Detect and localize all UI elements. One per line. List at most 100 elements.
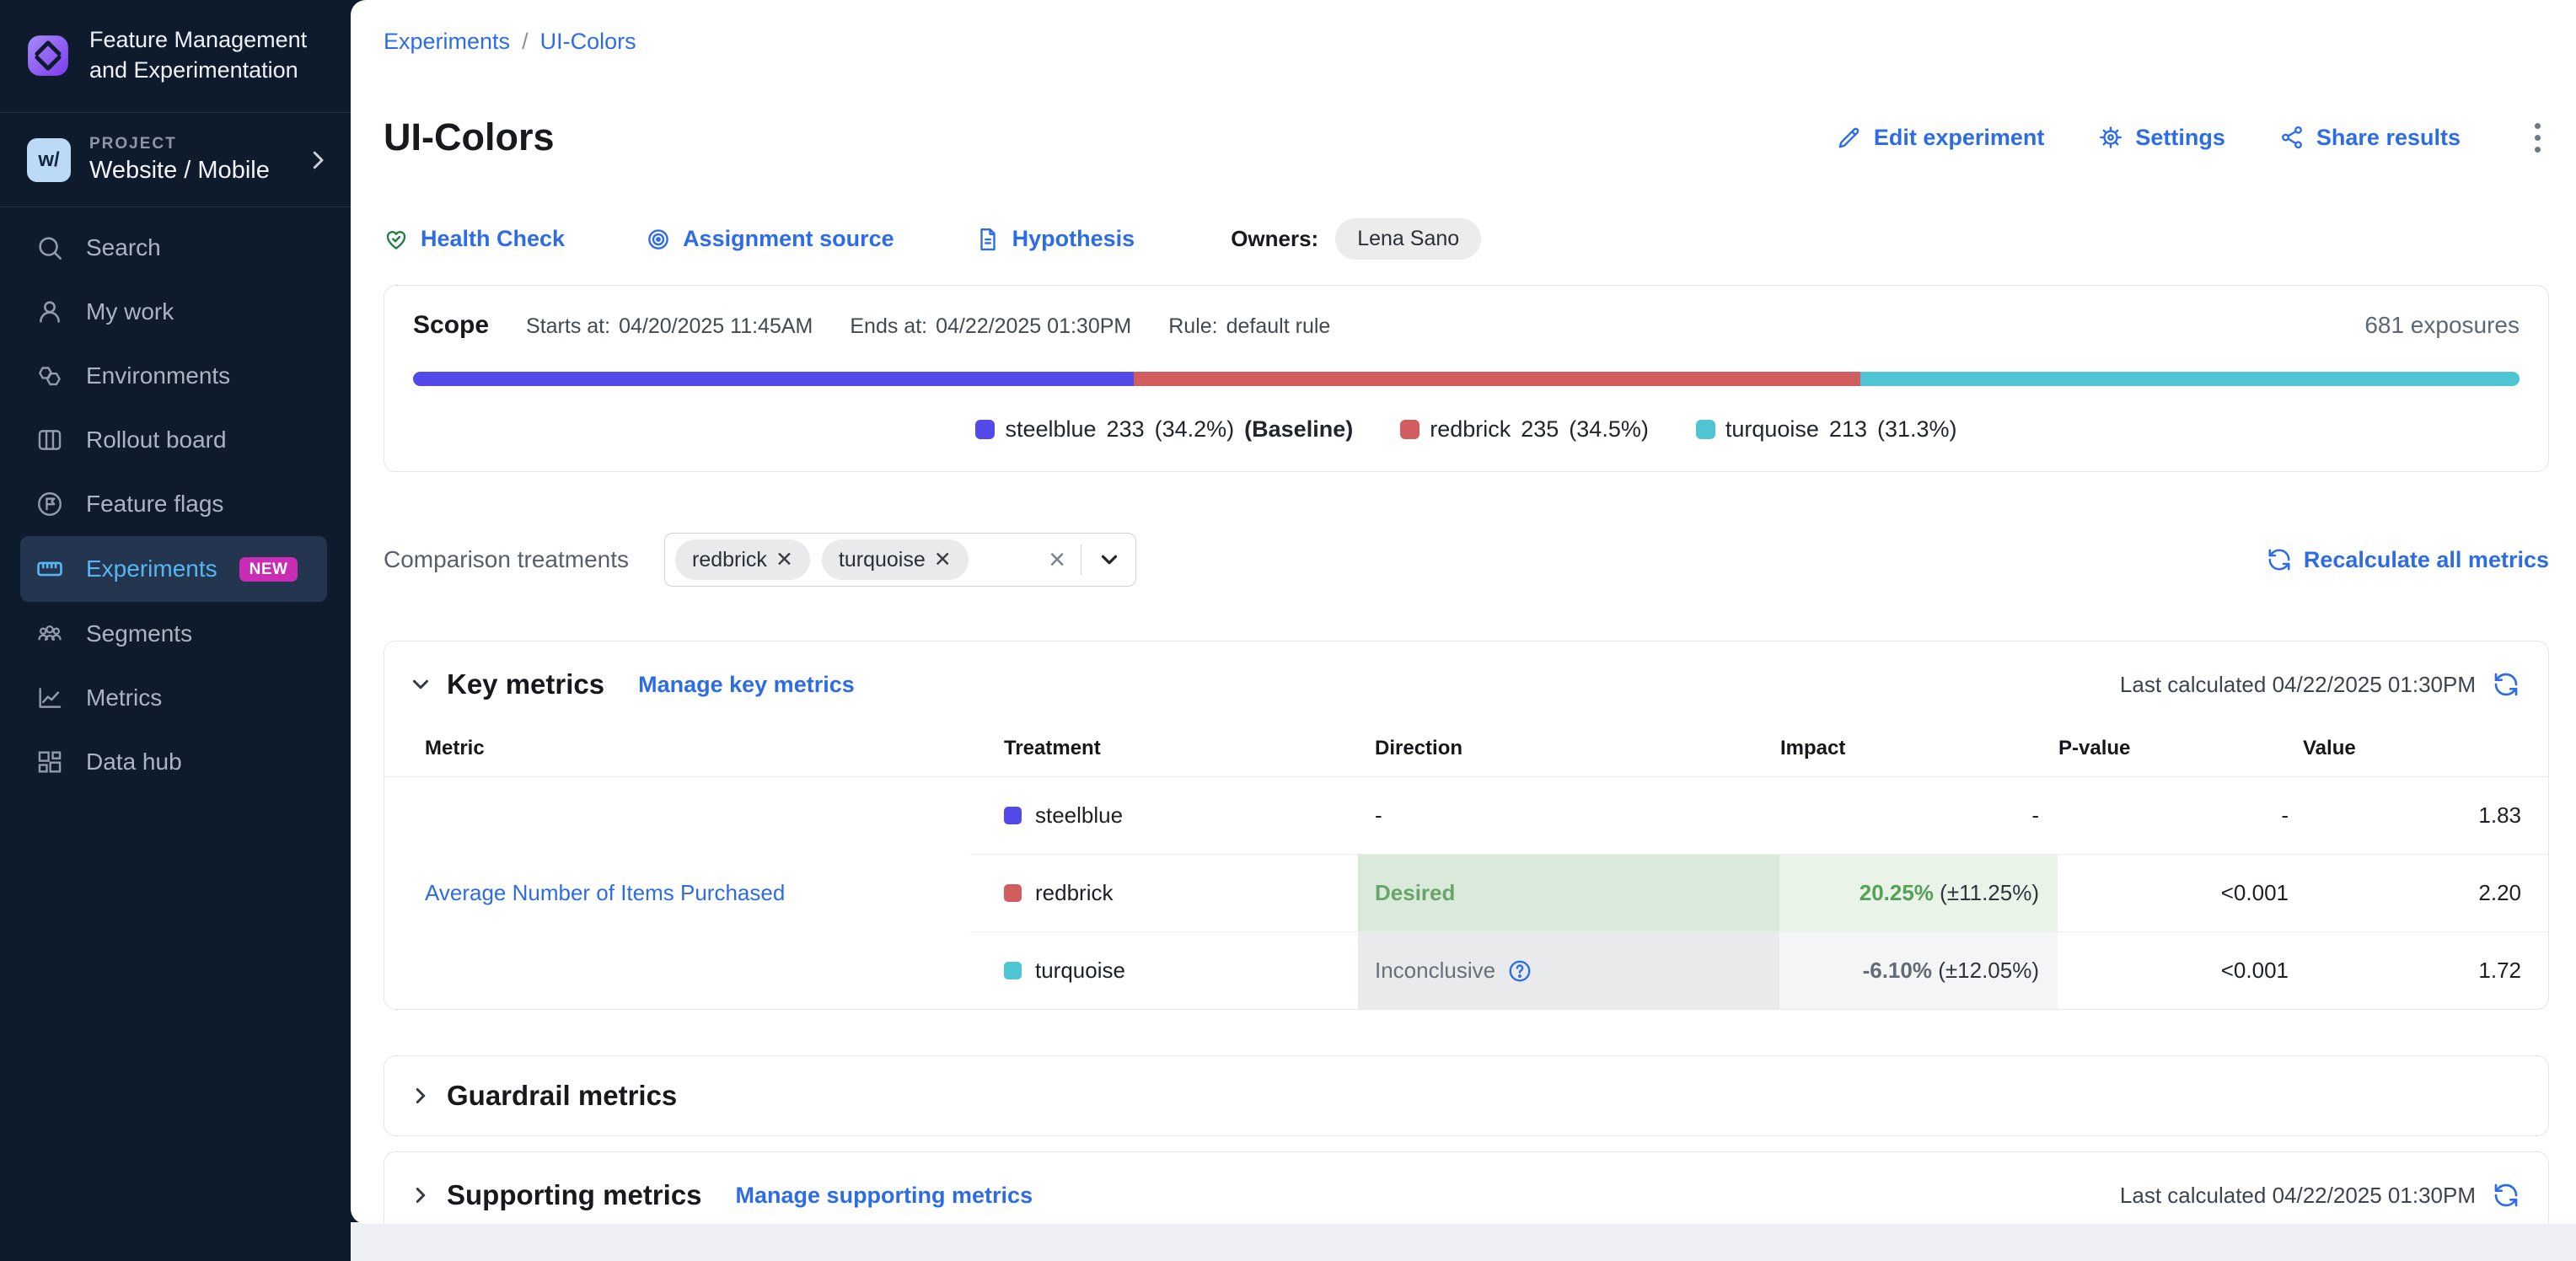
search-icon — [35, 233, 64, 262]
scope-card: Scope Starts at:04/20/2025 11:45AM Ends … — [384, 285, 2549, 472]
collapse-chevron-down-icon[interactable] — [408, 672, 433, 697]
sidebar-item-label: Environments — [86, 362, 230, 389]
comparison-treatments-select[interactable]: redbrick ✕ turquoise ✕ × — [664, 533, 1136, 587]
sidebar-item-label: Segments — [86, 620, 192, 647]
more-options-kebab-icon[interactable] — [2526, 118, 2549, 158]
manage-key-metrics-link[interactable]: Manage key metrics — [638, 672, 855, 698]
app-logo-row[interactable]: Feature Management and Experimentation — [0, 0, 351, 112]
pvalue-cell: - — [2058, 776, 2302, 854]
impact-cell: - — [1779, 776, 2058, 854]
owners-label: Owners: — [1231, 226, 1318, 252]
sidebar-item-experiments[interactable]: Experiments NEW — [20, 536, 327, 602]
legend-item-turquoise: turquoise 213 (31.3%) — [1696, 416, 1957, 443]
treatment-name: steelblue — [1035, 802, 1123, 829]
guardrail-metrics-card: Guardrail metrics — [384, 1055, 2549, 1136]
treatment-color-chip — [1004, 807, 1022, 824]
treatment-color-chip — [1004, 962, 1022, 979]
value-cell: 1.72 — [2302, 931, 2548, 1009]
table-row-steelblue: Average Number of Items Purchased steelb… — [384, 776, 2548, 854]
project-switcher[interactable]: w/ PROJECT Website / Mobile — [0, 113, 351, 207]
owner-pill[interactable]: Lena Sano — [1335, 218, 1481, 260]
sidebar-item-data-hub[interactable]: Data hub — [0, 730, 351, 794]
sidebar-item-label: Feature flags — [86, 491, 223, 518]
sidebar-item-label: My work — [86, 298, 174, 325]
health-check-link[interactable]: Health Check — [384, 226, 565, 252]
legend-color-chip — [1400, 420, 1419, 439]
experiment-meta-row: Health Check Assignment source Hypothesi… — [384, 218, 2549, 260]
blocks-icon — [35, 748, 64, 776]
sidebar-nav: Search My work Environments Rollout boar… — [0, 207, 351, 802]
value-cell: 1.83 — [2302, 776, 2548, 854]
value-cell: 2.20 — [2302, 854, 2548, 931]
refresh-icon[interactable] — [2493, 671, 2520, 698]
share-results-button[interactable]: Share results — [2279, 125, 2461, 151]
hypothesis-link[interactable]: Hypothesis — [975, 226, 1135, 252]
document-icon — [975, 227, 1001, 252]
direction-cell: Inconclusive — [1358, 931, 1779, 1009]
scope-starts: Starts at:04/20/2025 11:45AM — [526, 314, 813, 339]
manage-supporting-metrics-link[interactable]: Manage supporting metrics — [736, 1183, 1033, 1209]
hexagons-icon — [35, 362, 64, 390]
col-header-metric: Metric — [384, 721, 970, 776]
remove-chip-icon[interactable]: ✕ — [934, 547, 952, 572]
chevron-down-icon[interactable] — [1097, 547, 1122, 572]
impact-cell: 20.25% (±11.25%) — [1779, 854, 2058, 931]
col-header-value: Value — [2302, 721, 2548, 776]
col-header-pvalue: P-value — [2058, 721, 2302, 776]
refresh-icon[interactable] — [2493, 1182, 2520, 1209]
expand-chevron-right-icon[interactable] — [408, 1183, 433, 1208]
remove-chip-icon[interactable]: ✕ — [775, 547, 793, 572]
sidebar-item-metrics[interactable]: Metrics — [0, 666, 351, 730]
settings-button[interactable]: Settings — [2098, 125, 2225, 151]
key-metrics-title: Key metrics — [447, 668, 604, 700]
breadcrumb-separator: / — [522, 29, 529, 55]
selected-chip-turquoise[interactable]: turquoise ✕ — [822, 539, 969, 580]
person-icon — [35, 298, 64, 326]
ruler-icon — [35, 555, 64, 583]
sidebar-item-label: Data hub — [86, 749, 182, 775]
last-calculated: Last calculated 04/22/2025 01:30PM — [2120, 671, 2520, 698]
sidebar-item-my-work[interactable]: My work — [0, 280, 351, 344]
pvalue-cell: <0.001 — [2058, 931, 2302, 1009]
key-metrics-card: Key metrics Manage key metrics Last calc… — [384, 641, 2549, 1010]
bar-segment-steelblue — [413, 372, 1134, 386]
share-icon — [2279, 125, 2305, 150]
page-bottom-strip — [351, 1222, 2576, 1261]
recalculate-all-metrics-button[interactable]: Recalculate all metrics — [2267, 547, 2549, 573]
direction-cell: - — [1358, 776, 1779, 854]
main-wrapper: Experiments / UI-Colors UI-Colors Edit e… — [351, 0, 2576, 1261]
clear-selection-icon[interactable]: × — [1049, 545, 1065, 574]
expand-chevron-right-icon[interactable] — [408, 1083, 433, 1108]
main-panel: Experiments / UI-Colors UI-Colors Edit e… — [351, 0, 2576, 1224]
bar-segment-turquoise — [1860, 372, 2520, 386]
selected-chip-redbrick[interactable]: redbrick ✕ — [675, 539, 810, 580]
col-header-direction: Direction — [1358, 721, 1779, 776]
breadcrumb-ui-colors[interactable]: UI-Colors — [540, 29, 636, 55]
heart-check-icon — [384, 227, 409, 252]
sidebar-item-search[interactable]: Search — [0, 216, 351, 280]
guardrail-metrics-title: Guardrail metrics — [447, 1080, 677, 1112]
assignment-source-link[interactable]: Assignment source — [646, 226, 894, 252]
new-badge: NEW — [239, 557, 298, 582]
metric-cell: Average Number of Items Purchased — [384, 776, 970, 1009]
last-calculated: Last calculated 04/22/2025 01:30PM — [2120, 1182, 2520, 1209]
sidebar-item-environments[interactable]: Environments — [0, 344, 351, 408]
sidebar-item-label: Rollout board — [86, 427, 227, 453]
project-avatar: w/ — [27, 138, 71, 182]
sidebar-item-rollout-board[interactable]: Rollout board — [0, 408, 351, 472]
line-chart-icon — [35, 684, 64, 712]
flag-circle-icon — [35, 490, 64, 518]
sidebar-item-segments[interactable]: Segments — [0, 602, 351, 666]
treatment-color-chip — [1004, 884, 1022, 902]
legend-item-redbrick: redbrick 235 (34.5%) — [1400, 416, 1649, 443]
key-metrics-table: Metric Treatment Direction Impact P-valu… — [384, 721, 2548, 1009]
edit-experiment-button[interactable]: Edit experiment — [1837, 125, 2045, 151]
supporting-metrics-title: Supporting metrics — [447, 1179, 702, 1211]
breadcrumb-experiments[interactable]: Experiments — [384, 29, 510, 55]
question-circle-icon[interactable] — [1507, 958, 1532, 984]
sidebar-item-label: Metrics — [86, 684, 162, 711]
sidebar-item-feature-flags[interactable]: Feature flags — [0, 472, 351, 536]
scope-title: Scope — [413, 311, 489, 340]
metric-link[interactable]: Average Number of Items Purchased — [425, 880, 785, 905]
col-header-treatment: Treatment — [970, 721, 1358, 776]
